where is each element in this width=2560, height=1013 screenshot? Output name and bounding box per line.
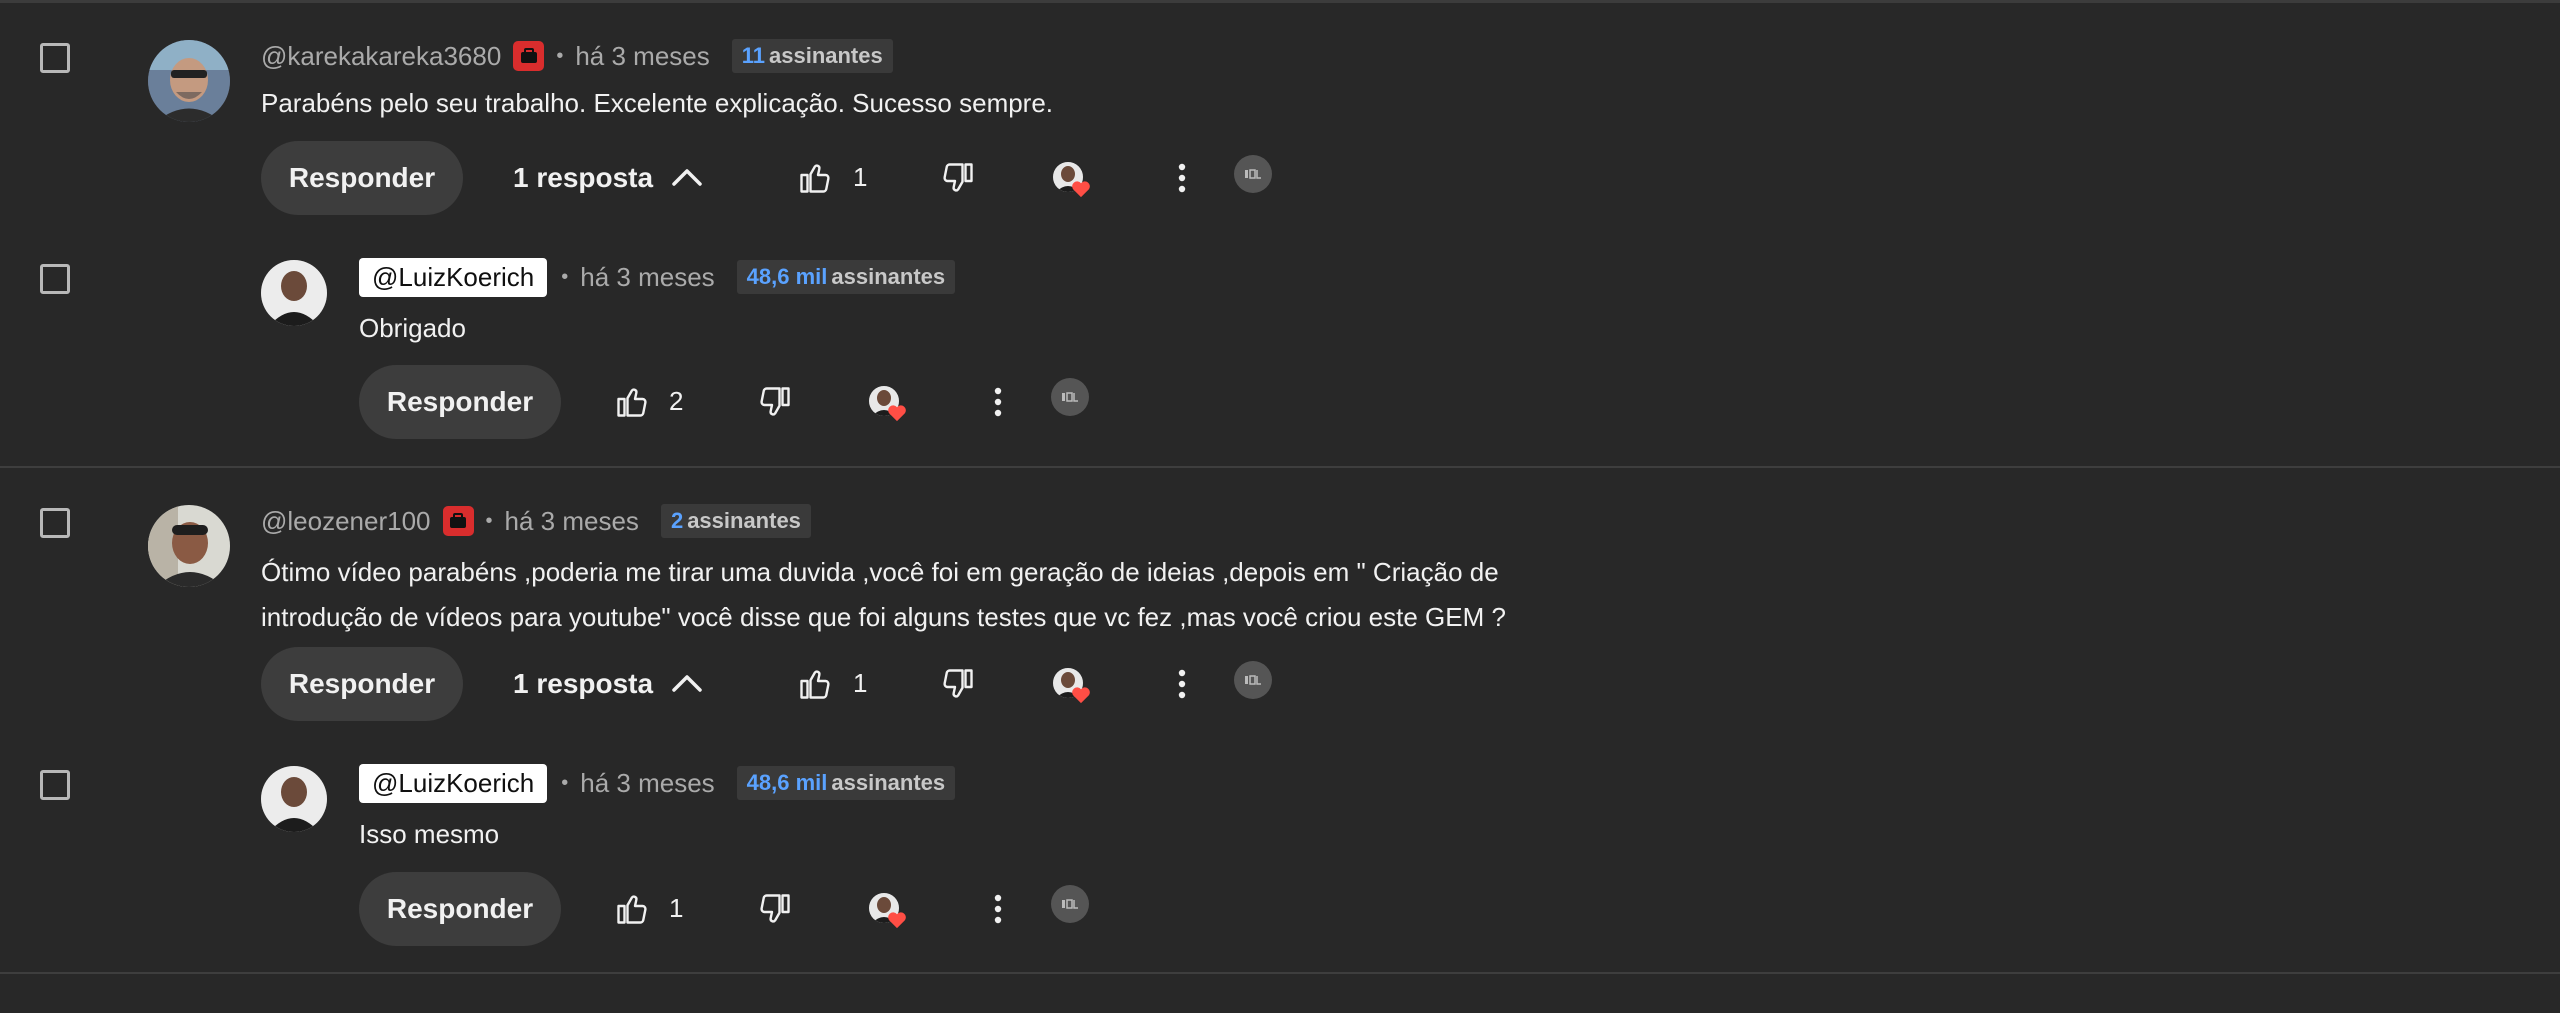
replies-count: 1 resposta [513,668,654,699]
extension-icon[interactable] [1051,378,1089,416]
avatar[interactable] [148,505,230,587]
thumbs-down-icon[interactable] [755,889,795,929]
chevron-up-icon [671,668,703,700]
like-count: 1 [853,162,868,192]
subscriber-number: 11 [741,43,765,68]
author-handle[interactable]: @karekakareka3680 [261,41,501,72]
author-handle[interactable]: @LuizKoerich [359,257,548,297]
separator-dot: • [485,509,493,532]
thread-divider [0,972,2560,974]
extension-icon[interactable] [1234,155,1272,193]
subscriber-number: 2 [670,508,684,533]
subscriber-label: assinantes [831,770,946,795]
subscriber-label: assinantes [687,508,801,533]
thumbs-down-icon[interactable] [755,382,795,422]
thumbs-up-icon[interactable] [795,664,835,704]
comment-header: @karekakareka3680 • há 3 meses 11 assinan… [261,36,893,76]
subscriber-number: 48,6 mil [746,264,828,289]
extension-icon[interactable] [1234,661,1272,699]
comment-line: Obrigado [359,313,466,343]
timestamp[interactable]: há 3 meses [580,262,714,293]
heart-icon [1071,686,1091,709]
timestamp[interactable]: há 3 meses [505,506,639,537]
replies-count: 1 resposta [513,162,654,193]
thumbs-up-icon[interactable] [612,889,652,929]
subscriber-count: 48,6 mil assinantes [736,260,956,294]
like-count: 2 [669,386,684,416]
subscriber-label: assinantes [831,264,946,289]
creator-heart[interactable] [869,386,907,426]
creator-heart[interactable] [1053,668,1091,708]
reply-button[interactable]: Responder [359,872,561,946]
reply-button[interactable]: Responder [359,365,561,439]
comment-line: Isso mesmo [359,819,500,849]
select-checkbox[interactable] [40,264,70,294]
subscriber-count: 48,6 mil assinantes [736,766,956,800]
youtube-member-icon [513,41,545,71]
select-checkbox[interactable] [40,43,70,73]
replies-toggle[interactable]: 1 resposta [513,141,703,215]
subscriber-count: 2 assinantes [660,504,811,538]
separator-dot: • [556,44,564,67]
more-vert-icon[interactable] [978,889,1018,929]
subscriber-label: assinantes [769,43,883,68]
more-vert-icon[interactable] [978,382,1018,422]
comment-text: Isso mesmo [359,812,499,857]
comment-line: Parabéns pelo seu trabalho. Excelente ex… [261,88,1054,118]
reply-button[interactable]: Responder [261,647,463,721]
comment-header: @LuizKoerich • há 3 meses 48,6 mil assina… [359,763,956,803]
select-checkbox[interactable] [40,508,70,538]
extension-icon[interactable] [1051,885,1089,923]
comment-text: Parabéns pelo seu trabalho. Excelente ex… [261,81,1053,126]
thumbs-down-icon[interactable] [938,158,978,198]
youtube-member-icon [442,506,474,536]
subscriber-number: 48,6 mil [746,770,828,795]
thumbs-up-icon[interactable] [795,158,835,198]
timestamp[interactable]: há 3 meses [580,768,714,799]
comment-header: @leozener100 • há 3 meses 2 assinantes [261,501,811,541]
more-vert-icon[interactable] [1162,158,1202,198]
heart-icon [887,404,907,427]
comment-line: introdução de vídeos para youtube" você … [261,602,1506,632]
avatar[interactable] [261,766,327,832]
author-handle[interactable]: @LuizKoerich [359,763,548,803]
replies-toggle[interactable]: 1 resposta [513,647,703,721]
thread-divider [0,466,2560,468]
thumbs-up-icon[interactable] [612,382,652,422]
avatar[interactable] [148,40,230,122]
timestamp[interactable]: há 3 meses [575,41,709,72]
heart-icon [887,911,907,934]
creator-heart[interactable] [869,893,907,933]
select-checkbox[interactable] [40,770,70,800]
comment-text: Obrigado [359,306,466,351]
like-count: 1 [853,668,868,698]
comment-line: Ótimo vídeo parabéns ,poderia me tirar u… [261,557,1499,587]
separator-dot: • [561,771,569,794]
chevron-up-icon [671,162,703,194]
separator-dot: • [561,265,569,288]
avatar[interactable] [261,260,327,326]
like-count: 1 [669,893,684,923]
top-divider [0,0,2560,3]
more-vert-icon[interactable] [1162,664,1202,704]
reply-button[interactable]: Responder [261,141,463,215]
comment-text: Ótimo vídeo parabéns ,poderia me tirar u… [261,550,1506,640]
author-handle[interactable]: @leozener100 [261,506,431,537]
heart-icon [1071,180,1091,203]
subscriber-count: 11 assinantes [731,39,893,73]
thumbs-down-icon[interactable] [938,664,978,704]
creator-heart[interactable] [1053,162,1091,202]
comment-header: @LuizKoerich • há 3 meses 48,6 mil assina… [359,257,956,297]
